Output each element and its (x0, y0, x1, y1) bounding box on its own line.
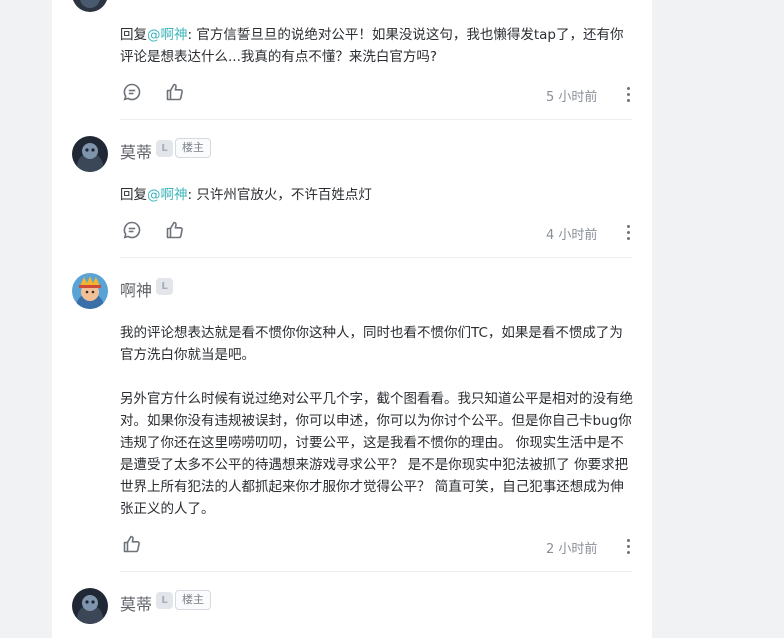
comment-paragraph: 另外官方什么时候有说过绝对公平几个字，截个图看看。我只知道公平是相对的没有绝对。… (120, 391, 633, 517)
comment-text: : 只许州官放火，不许百姓点灯 (187, 187, 372, 203)
more-vertical-icon[interactable] (627, 87, 631, 103)
op-badge: 楼主 (175, 138, 211, 158)
comment-text: : 官方信誓旦旦的说绝对公平！如果没说这句，我也懒得发tap了，还有你评论是想表… (120, 27, 624, 65)
mention-link[interactable]: @啊神 (147, 27, 188, 43)
level-badge-icon: L (156, 592, 173, 609)
mention-link[interactable]: @啊神 (147, 187, 188, 203)
comment-bubble-icon[interactable] (122, 82, 142, 102)
comment-bubble-icon[interactable] (122, 220, 142, 240)
divider (120, 257, 632, 258)
level-badge-icon: L (156, 140, 173, 157)
comment-body: 回复@啊神: 只许州官放火，不许百姓点灯 (120, 184, 636, 206)
reply-prefix: 回复 (120, 187, 147, 203)
author-name[interactable]: 啊神 (120, 277, 152, 301)
comment-body: 我的评论想表达就是看不惯你你这种人，同时也看不惯你们TC，如果是看不惯成了为官方… (120, 322, 636, 366)
author-name[interactable]: 莫蒂 (120, 139, 152, 163)
level-badge-icon: L (156, 278, 173, 295)
thumbs-up-icon[interactable] (165, 82, 185, 102)
timestamp: 5 小时前 (546, 90, 598, 105)
timestamp: 4 小时前 (546, 228, 598, 243)
divider (120, 119, 632, 120)
thumbs-up-icon[interactable] (122, 534, 142, 554)
comment-paragraph: 我的评论想表达就是看不惯你你这种人，同时也看不惯你们TC，如果是看不惯成了为官方… (120, 325, 623, 363)
divider (120, 571, 632, 572)
more-vertical-icon[interactable] (627, 225, 631, 241)
timestamp: 2 小时前 (546, 542, 598, 557)
avatar[interactable] (72, 588, 108, 624)
comment-body: 另外官方什么时候有说过绝对公平几个字，截个图看看。我只知道公平是相对的没有绝对。… (120, 388, 636, 520)
author-name[interactable]: 莫蒂 (120, 591, 152, 615)
thumbs-up-icon[interactable] (165, 220, 185, 240)
reply-prefix: 回复 (120, 27, 147, 43)
op-badge: 楼主 (175, 590, 211, 610)
comment-body: 回复@啊神: 官方信誓旦旦的说绝对公平！如果没说这句，我也懒得发tap了，还有你… (120, 24, 636, 68)
avatar[interactable] (72, 136, 108, 172)
avatar[interactable] (72, 273, 108, 309)
more-vertical-icon[interactable] (627, 539, 631, 555)
